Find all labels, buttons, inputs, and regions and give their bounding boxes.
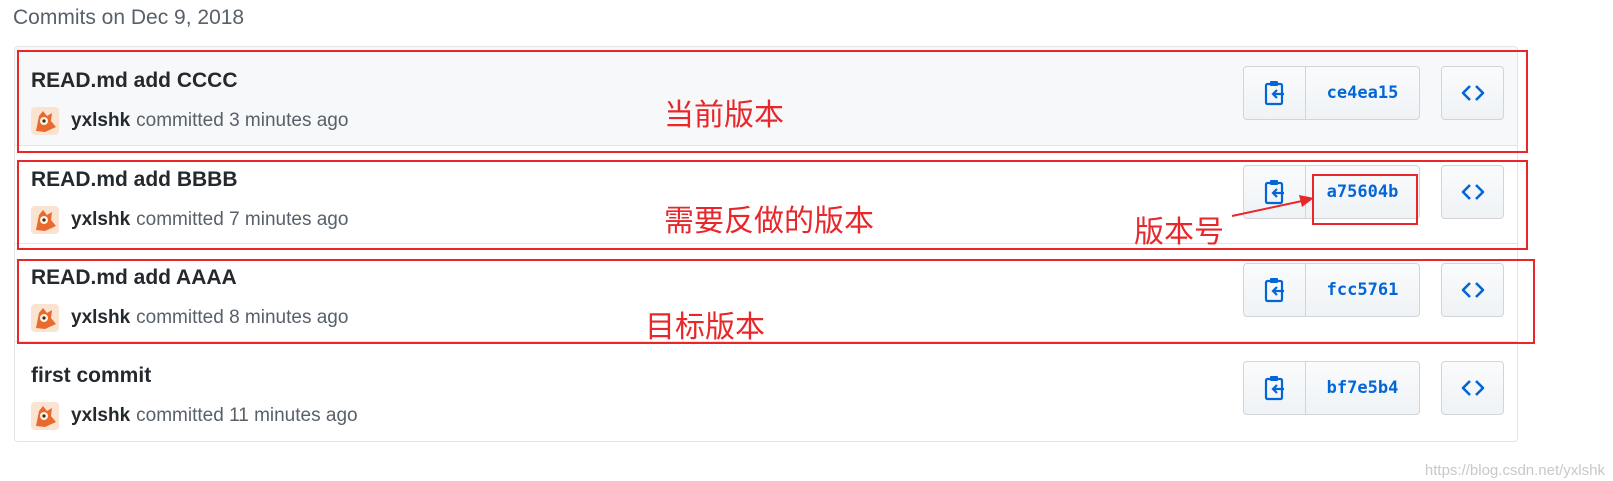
commit-time: committed 11 minutes ago [136,405,358,426]
annotation-revert-version: 需要反做的版本 [664,204,874,239]
target-version-highlight-box [17,259,1535,344]
commit-row: first commit yxlshk committed 11 minutes… [15,341,1517,439]
commit-meta: yxlshk committed 11 minutes ago [31,402,358,430]
arrow-annotation [1231,195,1314,217]
annotation-target-version: 目标版本 [645,310,765,345]
annotation-current-version: 当前版本 [664,98,784,133]
sha-button-group: bf7e5b4 [1243,361,1420,415]
commit-author[interactable]: yxlshk [71,405,130,427]
version-number-highlight-box [1312,174,1418,225]
copy-sha-button[interactable] [1244,362,1306,414]
avatar[interactable] [31,402,59,430]
commit-title[interactable]: first commit [31,364,151,388]
commit-sha-link[interactable]: bf7e5b4 [1306,362,1419,414]
clipboard-icon [1264,376,1284,401]
annotation-version-number: 版本号 [1134,215,1224,250]
browse-repo-button[interactable] [1441,361,1504,415]
watermark: https://blog.csdn.net/yxlshk [1424,462,1605,479]
code-icon [1461,380,1484,396]
commits-date-heading: Commits on Dec 9, 2018 [13,6,245,29]
